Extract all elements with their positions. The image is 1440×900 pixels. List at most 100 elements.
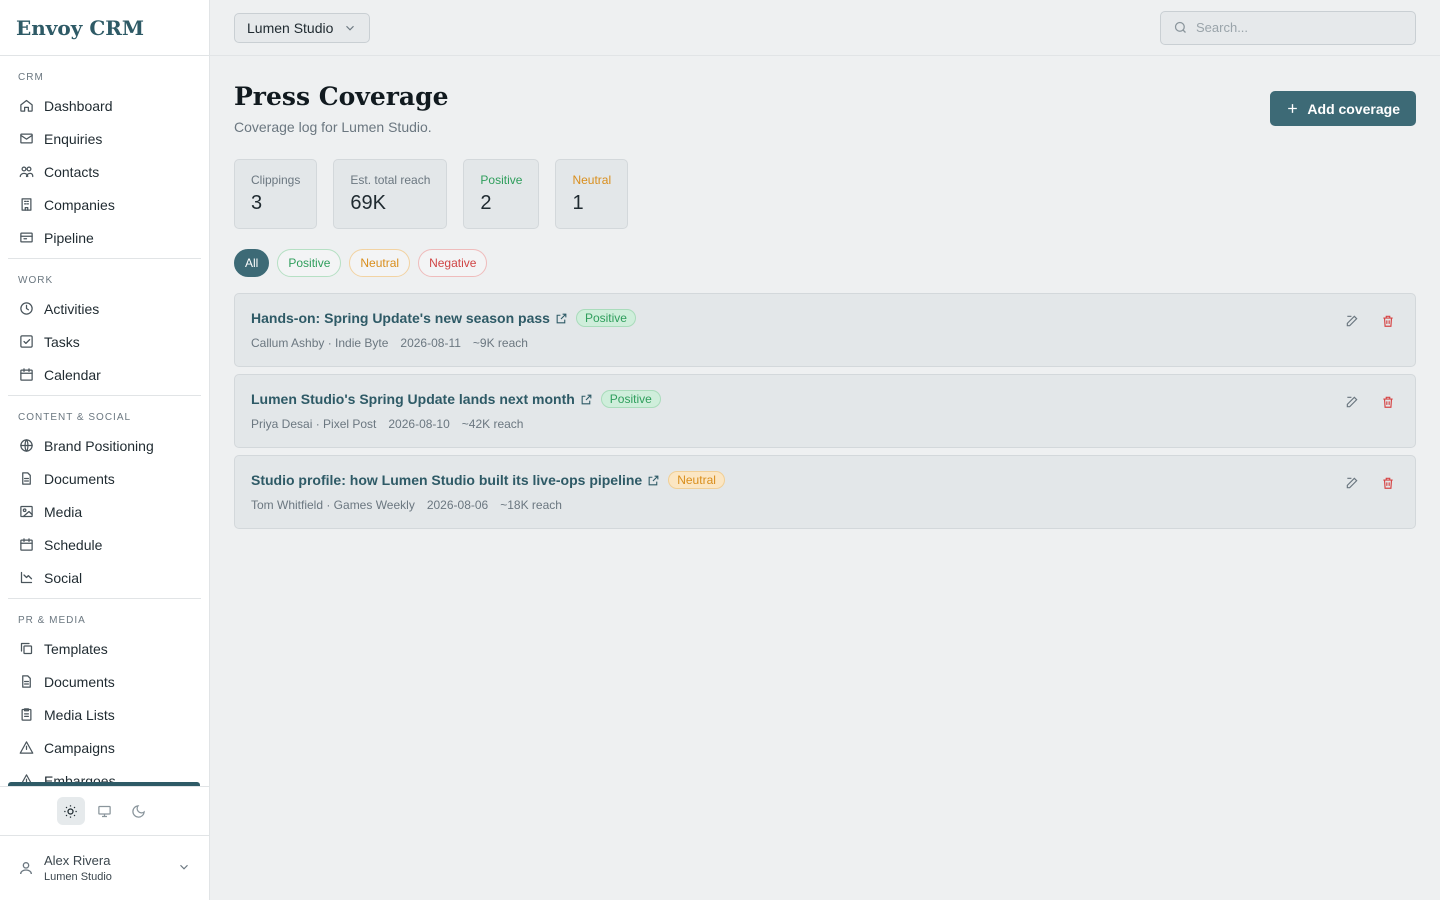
org-selector[interactable]: Lumen Studio bbox=[234, 12, 371, 43]
user-menu[interactable]: Alex Rivera Lumen Studio bbox=[0, 836, 209, 900]
search-box[interactable] bbox=[1160, 10, 1416, 45]
sun-icon bbox=[64, 804, 77, 818]
page-content: Press Coverage Coverage log for Lumen St… bbox=[210, 56, 1440, 553]
edit-icon[interactable] bbox=[1345, 395, 1359, 409]
filter-positive[interactable]: Positive bbox=[277, 249, 342, 277]
coverage-date: 2026-08-10 bbox=[388, 417, 450, 431]
sidebar-item-contacts[interactable]: Contacts bbox=[8, 155, 201, 188]
sidebar-item-label: Contacts bbox=[44, 163, 100, 180]
row-actions bbox=[1345, 314, 1395, 328]
sidebar-item-enquiries[interactable]: Enquiries bbox=[8, 122, 201, 155]
external-link-icon[interactable] bbox=[580, 393, 593, 406]
mail-icon bbox=[18, 131, 34, 147]
trash-icon[interactable] bbox=[1381, 314, 1395, 328]
sidebar-item-label: Campaigns bbox=[44, 739, 115, 756]
trash-icon[interactable] bbox=[1381, 395, 1395, 409]
sidebar-item-social[interactable]: Social bbox=[8, 561, 201, 594]
document-icon bbox=[18, 674, 34, 690]
sidebar-item-label: Templates bbox=[44, 640, 108, 657]
sidebar-item-companies[interactable]: Companies bbox=[8, 188, 201, 221]
coverage-reach: ~9K reach bbox=[472, 336, 528, 350]
coverage-reach: ~42K reach bbox=[461, 417, 524, 431]
user-org: Lumen Studio bbox=[44, 871, 112, 883]
coverage-date: 2026-08-06 bbox=[426, 498, 489, 512]
light-theme-button[interactable] bbox=[56, 797, 85, 825]
coverage-meta: Priya Desai · Pixel Post 2026-08-10 ~42K r… bbox=[251, 417, 1399, 431]
coverage-title-link[interactable]: Hands-on: Spring Update's new season pas… bbox=[251, 310, 550, 326]
sentiment-badge: Positive bbox=[600, 390, 661, 408]
sidebar-item-calendar[interactable]: Calendar bbox=[8, 358, 201, 391]
coverage-title-link[interactable]: Studio profile: how Lumen Studio built i… bbox=[251, 472, 642, 488]
chevron-down-icon bbox=[180, 864, 188, 870]
edit-icon[interactable] bbox=[1345, 314, 1359, 328]
chart-icon bbox=[18, 570, 34, 586]
sidebar-item-label: Media bbox=[44, 503, 83, 520]
filter-all[interactable]: All bbox=[234, 249, 270, 277]
search-input[interactable] bbox=[1196, 20, 1396, 35]
sidebar-item-templates[interactable]: Templates bbox=[8, 632, 201, 665]
sidebar-item-schedule[interactable]: Schedule bbox=[8, 528, 201, 561]
sidebar-item-activities[interactable]: Activities bbox=[8, 292, 201, 325]
coverage-list: Hands-on: Spring Update's new season pas… bbox=[234, 293, 1416, 529]
stat-neutral: Neutral 1 bbox=[555, 159, 629, 229]
coverage-author: Callum Ashby · Indie Byte bbox=[251, 336, 389, 350]
coverage-author: Tom Whitfield · Games Weekly bbox=[251, 498, 415, 512]
dark-theme-button[interactable] bbox=[125, 797, 153, 825]
external-link-icon[interactable] bbox=[647, 474, 660, 487]
sidebar-item-campaigns[interactable]: Campaigns bbox=[8, 731, 201, 764]
org-selector-label: Lumen Studio bbox=[247, 19, 334, 36]
sidebar-nav: CRM Dashboard Enquiries Contacts Companies Pi… bbox=[0, 56, 209, 900]
add-coverage-button[interactable]: Add coverage bbox=[1270, 91, 1416, 126]
filter-neutral[interactable]: Neutral bbox=[349, 249, 411, 277]
users-icon bbox=[18, 164, 34, 180]
trash-icon[interactable] bbox=[1381, 476, 1395, 490]
sidebar-item-label: Social bbox=[44, 569, 83, 586]
sidebar-item-label: Companies bbox=[44, 196, 115, 213]
stat-value: 2 bbox=[480, 192, 492, 214]
stat-value: 3 bbox=[251, 192, 263, 214]
sidebar-item-documents[interactable]: Documents bbox=[8, 462, 201, 495]
sentiment-badge: Neutral bbox=[668, 471, 725, 489]
sidebar-item-label: Brand Positioning bbox=[44, 437, 154, 454]
sidebar-item-label: Pipeline bbox=[44, 229, 94, 246]
coverage-row: Studio profile: how Lumen Studio built i… bbox=[234, 455, 1416, 529]
row-actions bbox=[1345, 395, 1395, 409]
stat-reach: Est. total reach 69K bbox=[333, 159, 448, 229]
nav-section-label: PR & MEDIA bbox=[18, 615, 86, 626]
sidebar-item-media-lists[interactable]: Media Lists bbox=[8, 698, 201, 731]
sidebar-item-dashboard[interactable]: Dashboard bbox=[8, 89, 201, 122]
chevron-down-icon bbox=[346, 25, 355, 31]
sidebar-item-label: Media Lists bbox=[44, 706, 115, 723]
sidebar-item-brand-positioning[interactable]: Brand Positioning bbox=[8, 429, 201, 462]
sidebar-item-label: Enquiries bbox=[44, 130, 103, 147]
brand-logo[interactable]: Envoy CRM bbox=[0, 0, 209, 56]
sidebar-item-documents[interactable]: Documents bbox=[8, 665, 201, 698]
image-icon bbox=[18, 504, 34, 520]
filter-negative[interactable]: Negative bbox=[418, 249, 488, 277]
sidebar-item-media[interactable]: Media bbox=[8, 495, 201, 528]
row-actions bbox=[1345, 476, 1395, 490]
coverage-row: Lumen Studio's Spring Update lands next … bbox=[234, 374, 1416, 448]
edit-icon[interactable] bbox=[1345, 476, 1359, 490]
system-theme-button[interactable] bbox=[91, 797, 119, 825]
sidebar-item-label: Calendar bbox=[44, 366, 101, 383]
stat-label: Positive bbox=[480, 173, 523, 187]
coverage-title-line: Lumen Studio's Spring Update lands next … bbox=[251, 390, 1399, 408]
coverage-title-line: Studio profile: how Lumen Studio built i… bbox=[251, 471, 1399, 489]
coverage-author: Priya Desai · Pixel Post bbox=[251, 417, 377, 431]
pipeline-icon bbox=[18, 230, 34, 246]
theme-switcher bbox=[0, 786, 209, 836]
nav-section-label: CONTENT & SOCIAL bbox=[18, 412, 132, 423]
nav-section-label: CRM bbox=[18, 72, 44, 83]
globe-icon bbox=[18, 438, 34, 454]
stat-value: 69K bbox=[350, 192, 386, 214]
external-link-icon[interactable] bbox=[555, 312, 568, 325]
coverage-title-link[interactable]: Lumen Studio's Spring Update lands next … bbox=[251, 391, 575, 407]
stat-label: Est. total reach bbox=[350, 173, 431, 187]
warning-icon bbox=[18, 740, 34, 756]
topbar: Lumen Studio bbox=[210, 0, 1440, 56]
sidebar-item-tasks[interactable]: Tasks bbox=[8, 325, 201, 358]
main: Lumen Studio Press Coverage Coverage log… bbox=[210, 0, 1440, 900]
stat-value: 1 bbox=[572, 192, 584, 214]
sidebar-item-pipeline[interactable]: Pipeline bbox=[8, 221, 201, 254]
